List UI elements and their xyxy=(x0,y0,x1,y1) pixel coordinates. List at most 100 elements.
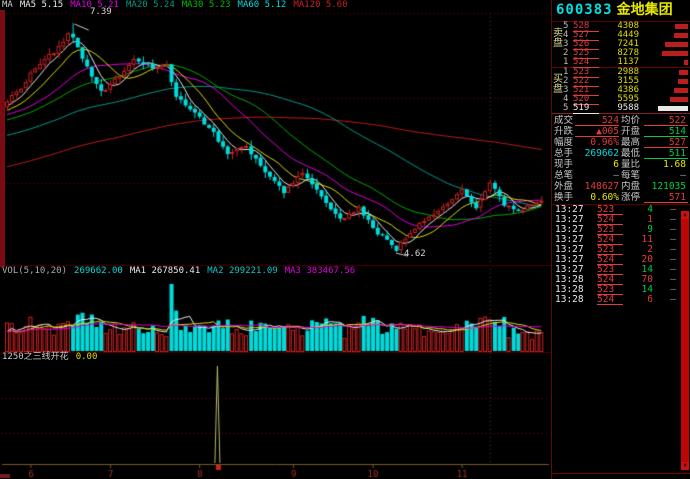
tick-volume: 6 xyxy=(623,295,653,305)
quote-info-row: 外盘148627内盘121035 xyxy=(552,181,690,192)
quote-label: 内盘 xyxy=(621,181,644,192)
ask-book: 卖 盘 552843084527444935267241252582781524… xyxy=(552,22,690,67)
quote-label: 总笔 xyxy=(554,170,575,181)
quote-label: 外盘 xyxy=(554,181,575,192)
quote-label: 幅度 xyxy=(554,137,575,148)
volume-bar-track xyxy=(645,79,688,84)
quote-label: 涨停 xyxy=(621,192,644,203)
scroll-down-icon[interactable]: ▼ xyxy=(681,462,689,470)
ma-legend-item: MA20 5.24 xyxy=(126,0,175,11)
panel-bottom-border xyxy=(552,473,690,474)
quote-value: 148627 xyxy=(575,181,619,192)
kline-chart-canvas[interactable] xyxy=(0,0,551,479)
quote-value: 0.96% xyxy=(575,137,619,148)
quote-info-row: 升跌▲005开盘514 xyxy=(552,126,690,137)
transaction-scrollbar[interactable]: ▲ ▼ xyxy=(681,211,689,470)
volume-bar-track xyxy=(645,51,688,56)
quote-label: 升跌 xyxy=(554,126,575,137)
quote-label: 换手 xyxy=(554,192,575,203)
quote-info-row: 现手6量比1.68 xyxy=(552,159,690,170)
volume-bar-track xyxy=(645,88,688,93)
volume-bar-track xyxy=(645,70,688,75)
volume-bar xyxy=(678,79,688,84)
volume-bar xyxy=(675,24,688,29)
quote-value: 0.60% xyxy=(575,192,619,203)
volume-bar-track xyxy=(645,60,688,65)
quote-panel: 600383金地集团 卖 盘 5528430845274449352672412… xyxy=(551,0,690,479)
quote-label: 均价 xyxy=(621,115,644,126)
trading-terminal-window: MA MA5 5.15MA10 5.21MA20 5.24MA30 5.23MA… xyxy=(0,0,690,479)
volume-bar xyxy=(665,42,688,47)
indicator-legend: 1250之三线开花 0.00 xyxy=(2,352,97,363)
quote-label: 最高 xyxy=(621,137,644,148)
quote-value: — xyxy=(644,170,688,181)
scroll-up-icon[interactable]: ▲ xyxy=(681,211,689,219)
ma-legend-item: MA5 5.15 xyxy=(20,0,63,11)
quote-label: 量比 xyxy=(621,159,644,170)
price-value[interactable]: 524 xyxy=(573,58,599,68)
quote-label: 成交 xyxy=(554,115,575,126)
transaction-row: 13:285246— xyxy=(552,295,690,305)
volume-bar xyxy=(670,97,688,102)
quote-info-row: 换手0.60%涨停571 xyxy=(552,192,690,203)
volume-bar xyxy=(658,106,688,111)
ma-legend-prefix: MA xyxy=(2,0,13,11)
volume-bar-track xyxy=(645,33,688,38)
quote-value: 121035 xyxy=(644,181,688,192)
quote-value: — xyxy=(575,170,619,181)
tick-time: 13:28 xyxy=(555,295,589,305)
high-price-annotation: 7.39 xyxy=(90,8,112,17)
bid-side-label: 买 盘 xyxy=(553,75,563,95)
vol-ma-legend-item: MA1 267850.41 xyxy=(130,266,200,277)
volume-bar xyxy=(674,88,688,93)
quote-label: 每笔 xyxy=(621,170,644,181)
vol-ma-legend-item: MA2 299221.09 xyxy=(207,266,277,277)
price-value[interactable]: 519 xyxy=(573,104,599,114)
quote-info-row: 幅度0.96%最高527 xyxy=(552,137,690,148)
volume-bar-track xyxy=(645,42,688,47)
quote-value: 1.68 xyxy=(644,159,688,170)
level-number: 1 xyxy=(563,58,573,67)
chart-region: MA MA5 5.15MA10 5.21MA20 5.24MA30 5.23MA… xyxy=(0,0,551,479)
volume-bar xyxy=(679,70,688,75)
vol-legend-value: 269662.00 xyxy=(74,266,123,277)
tick-price: 524 xyxy=(597,295,623,305)
level-number: 5 xyxy=(563,104,573,113)
quote-value: 527 xyxy=(644,137,688,148)
quote-info-row: 总笔—每笔— xyxy=(552,170,690,181)
volume-value: 9588 xyxy=(599,104,639,113)
ask-side-label: 卖 盘 xyxy=(553,29,563,49)
vol-ma-legend-item: MA3 383467.56 xyxy=(285,266,355,277)
volume-bar-track xyxy=(645,97,688,102)
quote-label: 开盘 xyxy=(621,126,644,137)
quote-label: 现手 xyxy=(554,159,575,170)
indicator-value: 0.00 xyxy=(76,352,98,363)
quote-value: 514 xyxy=(644,126,688,137)
ma-legend-item: MA60 5.12 xyxy=(238,0,287,11)
quote-value: 511 xyxy=(644,148,688,159)
quote-value: 269662 xyxy=(575,148,619,159)
volume-bar xyxy=(674,33,688,38)
quote-info-row: 成交524均价522 xyxy=(552,115,690,126)
quote-value: 524 xyxy=(575,115,619,126)
ma-legend: MA MA5 5.15MA10 5.21MA20 5.24MA30 5.23MA… xyxy=(2,0,348,11)
transaction-list: 13:275234—13:275241—13:275239—13:2752411… xyxy=(552,205,690,305)
quote-label: 总手 xyxy=(554,148,575,159)
quote-label: 最低 xyxy=(621,148,644,159)
ask-row[interactable]: 15241137 xyxy=(552,58,690,67)
low-price-annotation: 4.62 xyxy=(404,250,426,259)
quote-info-row: 总手269662最低511 xyxy=(552,148,690,159)
bid-book: 买 盘 152329882522315535214386452055955519… xyxy=(552,68,690,113)
ma-legend-item: MA120 5.60 xyxy=(293,0,347,11)
bid-row[interactable]: 55199588 xyxy=(552,104,690,113)
ma-legend-item: MA30 5.23 xyxy=(182,0,231,11)
vol-legend-label: VOL(5,10,20) xyxy=(2,266,67,277)
volume-bar xyxy=(662,51,688,56)
volume-bar-track xyxy=(645,106,688,111)
volume-bar-track xyxy=(645,24,688,29)
quote-value: 6 xyxy=(575,159,619,170)
volume-legend: VOL(5,10,20) 269662.00 MA1 267850.41 MA2 … xyxy=(2,266,355,277)
volume-bar xyxy=(684,60,688,65)
chart-left-border xyxy=(0,10,5,267)
indicator-name: 1250之三线开花 xyxy=(2,352,69,363)
